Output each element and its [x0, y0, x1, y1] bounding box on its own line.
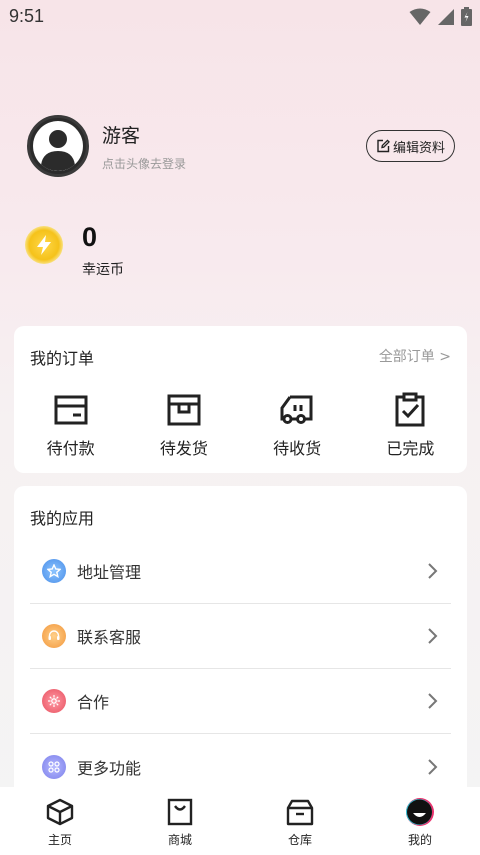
tab-label: 我的: [407, 833, 432, 847]
shopping-bag-icon: [167, 798, 193, 826]
order-completed[interactable]: 已完成: [354, 391, 467, 459]
apps-title: 我的应用: [30, 509, 95, 528]
my-orders-card: 我的订单 全部订单 > 待付款 待发货 待收货 已完成: [14, 326, 467, 473]
order-status-list: 待付款 待发货 待收货 已完成: [14, 391, 467, 459]
wifi-icon: [409, 8, 431, 25]
package-box-icon: [167, 394, 201, 426]
chevron-right-icon: [428, 693, 438, 709]
user-name: 游客: [102, 125, 141, 147]
app-item-address[interactable]: 地址管理: [30, 539, 451, 604]
status-bar: 9:51: [0, 0, 480, 34]
orders-title: 我的订单: [30, 349, 95, 368]
wallet-icon: [54, 395, 88, 425]
all-orders-link[interactable]: 全部订单 >: [379, 346, 451, 366]
login-hint[interactable]: 点击头像去登录: [102, 155, 186, 172]
status-icons: [409, 7, 472, 26]
tab-label: 商城: [167, 833, 192, 847]
my-apps-card: 我的应用 地址管理 联系客服 合作 更多功能: [14, 486, 467, 806]
app-label: 更多功能: [77, 758, 142, 778]
coin-count: 0: [82, 222, 98, 252]
tab-warehouse[interactable]: 仓库: [240, 787, 360, 855]
profile-face-icon: [406, 798, 434, 826]
tab-mine[interactable]: 我的: [360, 787, 480, 855]
tab-label: 主页: [47, 833, 72, 847]
clipboard-check-icon: [395, 392, 425, 427]
default-user-icon: [33, 121, 83, 171]
signal-icon: [438, 8, 454, 25]
app-item-cooperation[interactable]: 合作: [30, 669, 451, 734]
cooperation-icon: [42, 689, 66, 713]
lightning-coin-icon: [25, 226, 63, 264]
address-icon: [42, 559, 66, 583]
tab-home[interactable]: 主页: [0, 787, 120, 855]
bottom-tab-bar: 主页 商城 仓库 我的: [0, 787, 480, 855]
app-label: 地址管理: [77, 563, 142, 582]
status-time: 9:51: [9, 6, 45, 26]
tab-label: 仓库: [287, 833, 312, 847]
chevron-right-icon: [428, 758, 438, 775]
edit-profile-label: 编辑资料: [392, 140, 445, 156]
order-pending-shipment[interactable]: 待发货: [127, 391, 240, 459]
order-label: 待发货: [159, 439, 208, 458]
delivery-truck-icon: [280, 395, 313, 424]
profile-section: 游客 点击头像去登录 编辑资料: [27, 115, 457, 177]
tab-mall[interactable]: 商城: [120, 787, 240, 855]
more-functions-icon: [42, 754, 66, 779]
warehouse-box-icon: [286, 799, 314, 826]
home-cube-icon: [46, 798, 74, 826]
app-label: 合作: [77, 693, 110, 712]
order-label: 已完成: [386, 439, 435, 458]
edit-profile-button[interactable]: 编辑资料: [366, 130, 455, 162]
chevron-right-icon: [428, 628, 438, 644]
lucky-coins[interactable]: 0 幸运币: [25, 222, 225, 282]
app-label: 联系客服: [77, 628, 142, 647]
edit-icon: [377, 139, 390, 153]
avatar[interactable]: [27, 115, 89, 177]
chevron-right-icon: [428, 563, 438, 579]
order-label: 待付款: [46, 439, 95, 458]
coin-label: 幸运币: [82, 262, 124, 278]
app-item-customer-service[interactable]: 联系客服: [30, 604, 451, 669]
order-pending-payment[interactable]: 待付款: [14, 391, 127, 459]
order-pending-receipt[interactable]: 待收货: [241, 391, 354, 459]
customer-service-icon: [42, 624, 66, 648]
order-label: 待收货: [273, 439, 322, 458]
battery-icon: [461, 7, 472, 26]
